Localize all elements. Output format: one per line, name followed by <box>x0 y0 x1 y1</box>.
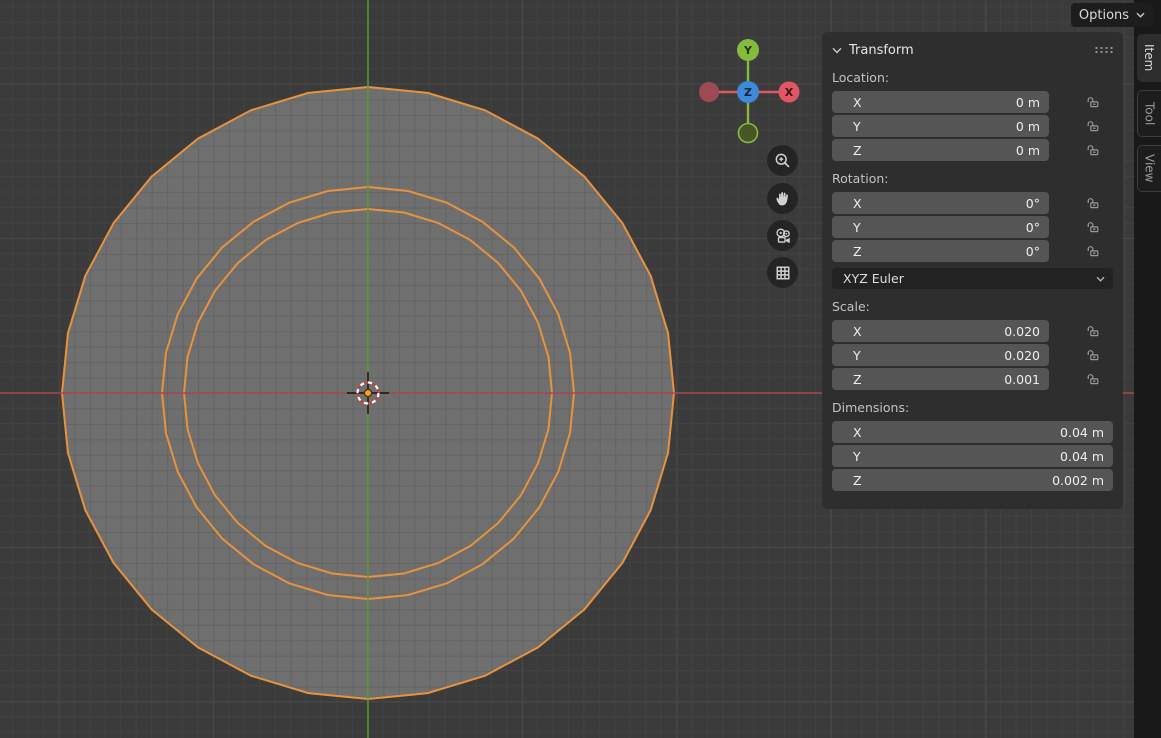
axis-label: Y <box>853 119 861 134</box>
pan-button[interactable] <box>767 183 798 214</box>
camera-view-button[interactable] <box>767 220 798 251</box>
gizmo-x-ball[interactable]: X <box>779 82 800 103</box>
dimensions-z-row: Z 0.002 m <box>832 469 1113 491</box>
location-z-row: Z 0 m <box>832 139 1113 161</box>
location-x-field[interactable]: X 0 m <box>832 91 1049 113</box>
navigation-gizmo[interactable]: Y X Z <box>699 39 800 143</box>
field-value: 0.04 m <box>1060 449 1104 464</box>
tab-item[interactable]: Item <box>1137 34 1161 82</box>
axis-label: X <box>853 425 862 440</box>
axis-label: Z <box>853 143 862 158</box>
axis-label: Y <box>853 220 861 235</box>
gizmo-x-neg-ball[interactable] <box>699 82 719 102</box>
field-value: 0.001 <box>1004 372 1040 387</box>
axis-label: Z <box>853 473 862 488</box>
location-label: Location: <box>832 70 1113 85</box>
rotation-y-field[interactable]: Y 0° <box>832 216 1049 238</box>
scale-x-row: X 0.020 <box>832 320 1113 342</box>
scale-y-lock-icon[interactable] <box>1086 348 1100 362</box>
transform-panel-header[interactable]: Transform <box>832 40 1113 60</box>
scale-z-lock-icon[interactable] <box>1086 372 1100 386</box>
gizmo-y-ball[interactable]: Y <box>737 39 759 61</box>
tab-tool-label: Tool <box>1143 102 1157 125</box>
gizmo-x-label: X <box>785 86 794 99</box>
options-button[interactable]: Options <box>1071 3 1153 27</box>
grid-icon <box>774 264 792 282</box>
axis-label: Y <box>853 449 861 464</box>
rotation-x-lock-icon[interactable] <box>1086 196 1100 210</box>
tab-view-label: View <box>1143 154 1157 182</box>
rotation-z-row: Z 0° <box>832 240 1113 262</box>
dimensions-x-field[interactable]: X 0.04 m <box>832 421 1113 443</box>
field-value: 0 m <box>1016 143 1040 158</box>
scale-z-field[interactable]: Z 0.001 <box>832 368 1049 390</box>
object-origin-dot <box>365 390 371 396</box>
field-value: 0° <box>1026 196 1040 211</box>
field-value: 0.020 <box>1004 324 1040 339</box>
sidebar-tab-column: Item Tool View <box>1134 0 1161 738</box>
rotation-y-row: Y 0° <box>832 216 1113 238</box>
zoom-icon <box>774 152 791 169</box>
tab-tool[interactable]: Tool <box>1137 90 1161 137</box>
rotation-z-field[interactable]: Z 0° <box>832 240 1049 262</box>
gizmo-z-ball[interactable]: Z <box>737 81 759 103</box>
location-z-lock-icon[interactable] <box>1086 143 1100 157</box>
chevron-down-icon <box>1096 276 1105 282</box>
scale-y-row: Y 0.020 <box>832 344 1113 366</box>
scale-y-field[interactable]: Y 0.020 <box>832 344 1049 366</box>
field-value: 0.04 m <box>1060 425 1104 440</box>
panel-title: Transform <box>849 43 914 58</box>
dimensions-y-field[interactable]: Y 0.04 m <box>832 445 1113 467</box>
scale-x-field[interactable]: X 0.020 <box>832 320 1049 342</box>
field-value: 0° <box>1026 220 1040 235</box>
field-value: 0.002 m <box>1052 473 1104 488</box>
axis-label: X <box>853 95 862 110</box>
rotation-mode-value: XYZ Euler <box>843 271 904 286</box>
scale-z-row: Z 0.001 <box>832 368 1113 390</box>
field-value: 0° <box>1026 244 1040 259</box>
rotation-mode-dropdown[interactable]: XYZ Euler <box>832 268 1113 289</box>
axis-label: Y <box>853 348 861 363</box>
rotation-label: Rotation: <box>832 171 1113 186</box>
axis-label: Z <box>853 372 862 387</box>
dimensions-y-row: Y 0.04 m <box>832 445 1113 467</box>
collapse-chevron-icon <box>832 47 842 54</box>
scale-x-lock-icon[interactable] <box>1086 324 1100 338</box>
dimensions-label: Dimensions: <box>832 400 1113 415</box>
rotation-x-row: X 0° <box>832 192 1113 214</box>
field-value: 0 m <box>1016 95 1040 110</box>
scale-label: Scale: <box>832 299 1113 314</box>
dimensions-z-field[interactable]: Z 0.002 m <box>832 469 1113 491</box>
chevron-down-icon <box>1136 12 1145 18</box>
location-z-field[interactable]: Z 0 m <box>832 139 1049 161</box>
rotation-x-field[interactable]: X 0° <box>832 192 1049 214</box>
axis-label: X <box>853 196 862 211</box>
grid-toggle-button[interactable] <box>767 257 798 288</box>
options-button-label: Options <box>1079 8 1129 23</box>
pan-hand-icon <box>774 190 791 207</box>
panel-drag-grip-icon[interactable] <box>1094 46 1113 54</box>
location-x-row: X 0 m <box>832 91 1113 113</box>
rotation-z-lock-icon[interactable] <box>1086 244 1100 258</box>
rotation-y-lock-icon[interactable] <box>1086 220 1100 234</box>
location-y-row: Y 0 m <box>832 115 1113 137</box>
gizmo-y-neg-ball[interactable] <box>739 124 758 143</box>
axis-label: Z <box>853 244 862 259</box>
location-x-lock-icon[interactable] <box>1086 95 1100 109</box>
transform-panel: Transform Location: X 0 m Y 0 m Z 0 m Ro… <box>822 32 1123 509</box>
gizmo-z-label: Z <box>744 86 752 99</box>
axis-label: X <box>853 324 862 339</box>
tab-item-label: Item <box>1142 44 1156 71</box>
gizmo-y-label: Y <box>743 44 753 57</box>
location-y-lock-icon[interactable] <box>1086 119 1100 133</box>
field-value: 0.020 <box>1004 348 1040 363</box>
camera-icon <box>774 227 792 245</box>
tab-view[interactable]: View <box>1137 145 1161 192</box>
location-y-field[interactable]: Y 0 m <box>832 115 1049 137</box>
zoom-button[interactable] <box>767 145 798 176</box>
field-value: 0 m <box>1016 119 1040 134</box>
dimensions-x-row: X 0.04 m <box>832 421 1113 443</box>
